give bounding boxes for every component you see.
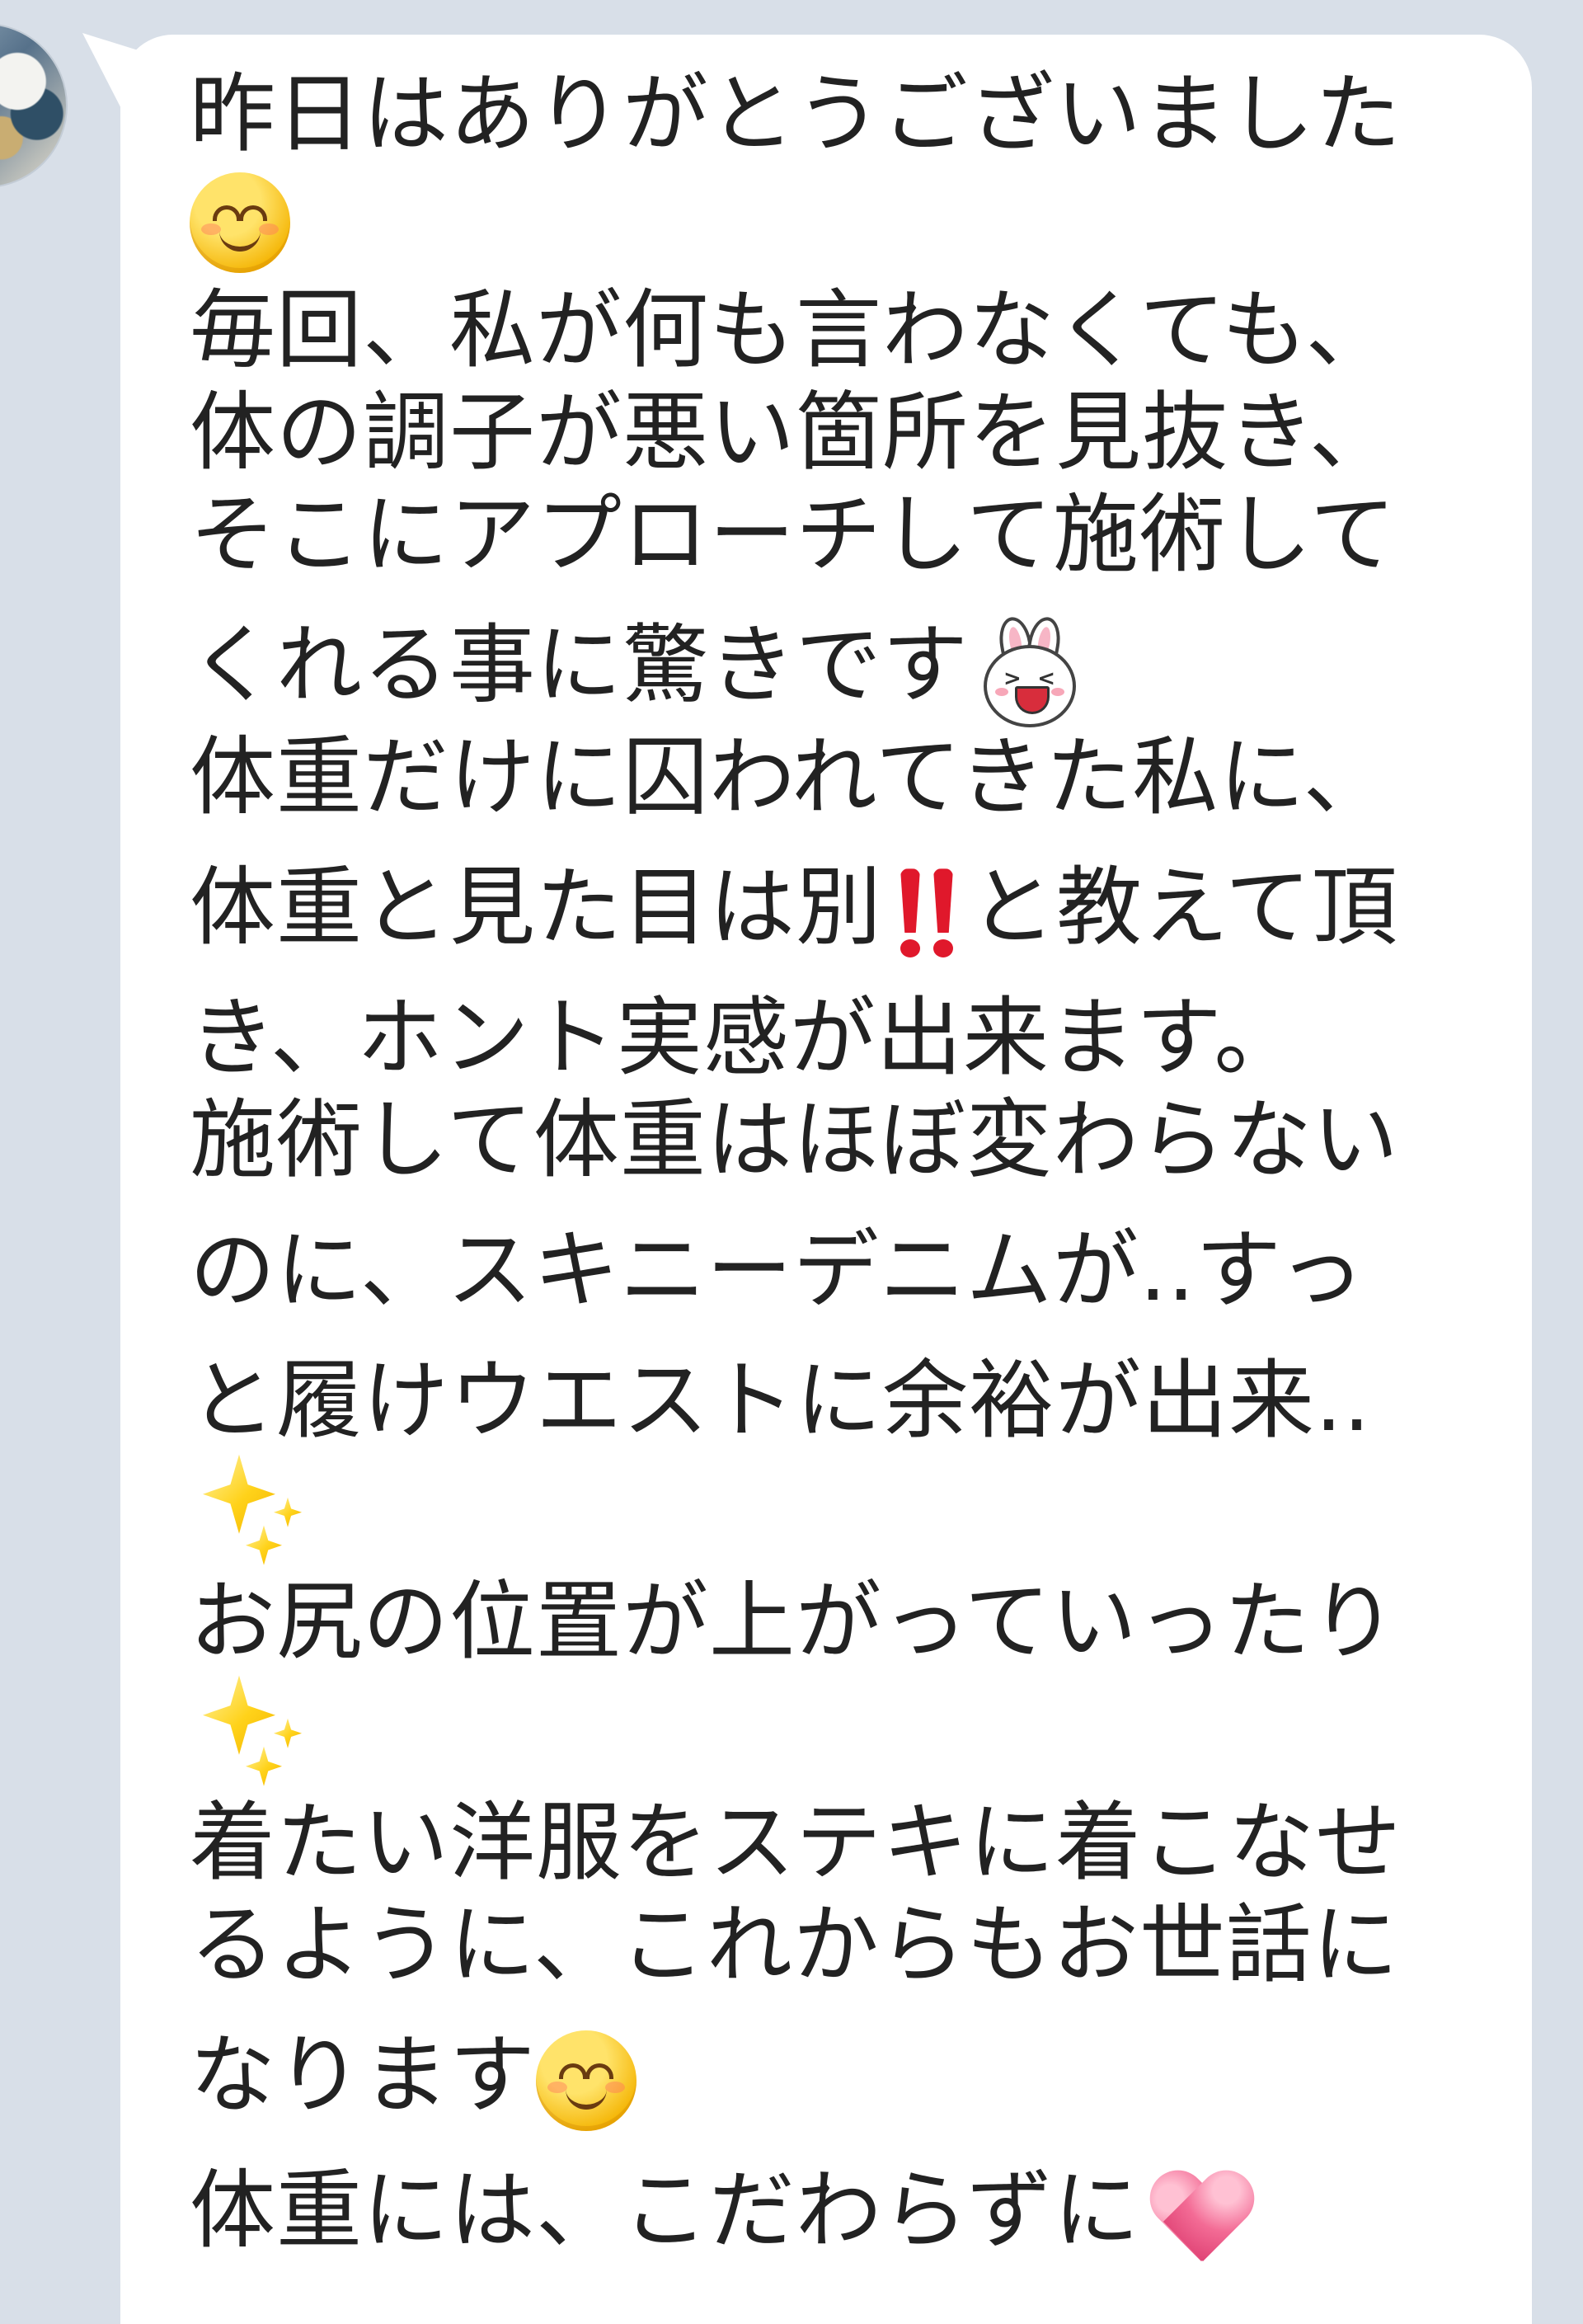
message-line-text: くれる事に驚きです xyxy=(190,614,970,715)
user-avatar[interactable] xyxy=(0,23,68,188)
message-line: なります xyxy=(190,2024,1509,2132)
message-line: 体重と見た目は別 と教えて頂 xyxy=(190,856,1509,958)
message-line-text: と教えて頂 xyxy=(970,856,1398,957)
message-line: そこにアプローチして施術して xyxy=(190,484,1397,585)
message-line: 毎回、私が何も言わなくても、 xyxy=(190,280,1393,380)
message-line: 体の調子が悪い箇所を見抜き、 xyxy=(190,382,1396,482)
message-line-text: 体重と見た目は別 xyxy=(190,856,883,957)
message-line: るように、これからもお世話に xyxy=(190,1894,1399,1995)
message-text: 昨日はありがとうございました 毎回、私が何も言わなくても、 体の調子が悪い箇所を… xyxy=(190,63,1509,2266)
laughing-bunny-sticker-icon: > < xyxy=(975,614,1084,727)
message-line-emoji xyxy=(190,1451,1509,1570)
message-line-emoji xyxy=(190,1672,1509,1791)
sparkles-icon xyxy=(203,1672,318,1791)
message-line: お尻の位置が上がっていったり xyxy=(190,1570,1397,1672)
smiling-face-icon xyxy=(190,172,290,273)
message-line: 施術して体重はほぼ変わらない xyxy=(190,1089,1399,1190)
message-line: 体重には、こだわらずに xyxy=(190,2159,1509,2266)
message-line: と履けウエストに余裕が出来.. xyxy=(190,1349,1372,1451)
message-line: 着たい洋服をステキに着こなせ xyxy=(190,1791,1402,1893)
message-line: 昨日はありがとうございました xyxy=(190,64,1402,164)
message-line-text: なります xyxy=(190,2024,537,2125)
message-line-emoji xyxy=(190,165,1509,279)
double-exclamation-icon xyxy=(889,868,963,958)
message-line: き、ホント実感が出来ます。 xyxy=(190,986,1301,1088)
chat-screen: 昨日はありがとうございました 毎回、私が何も言わなくても、 体の調子が悪い箇所を… xyxy=(0,0,1583,2324)
message-line: くれる事に驚きです > < xyxy=(190,614,1509,727)
smiling-face-icon xyxy=(536,2030,637,2132)
message-line-text: 体重には、こだわらずに xyxy=(190,2160,1140,2261)
message-line: 体重だけに囚われてきた私に、 xyxy=(190,726,1390,827)
pink-heart-icon xyxy=(1147,2167,1256,2266)
sparkles-icon xyxy=(203,1451,318,1570)
message-line: のに、スキニーデニムが..すっ xyxy=(190,1219,1365,1320)
